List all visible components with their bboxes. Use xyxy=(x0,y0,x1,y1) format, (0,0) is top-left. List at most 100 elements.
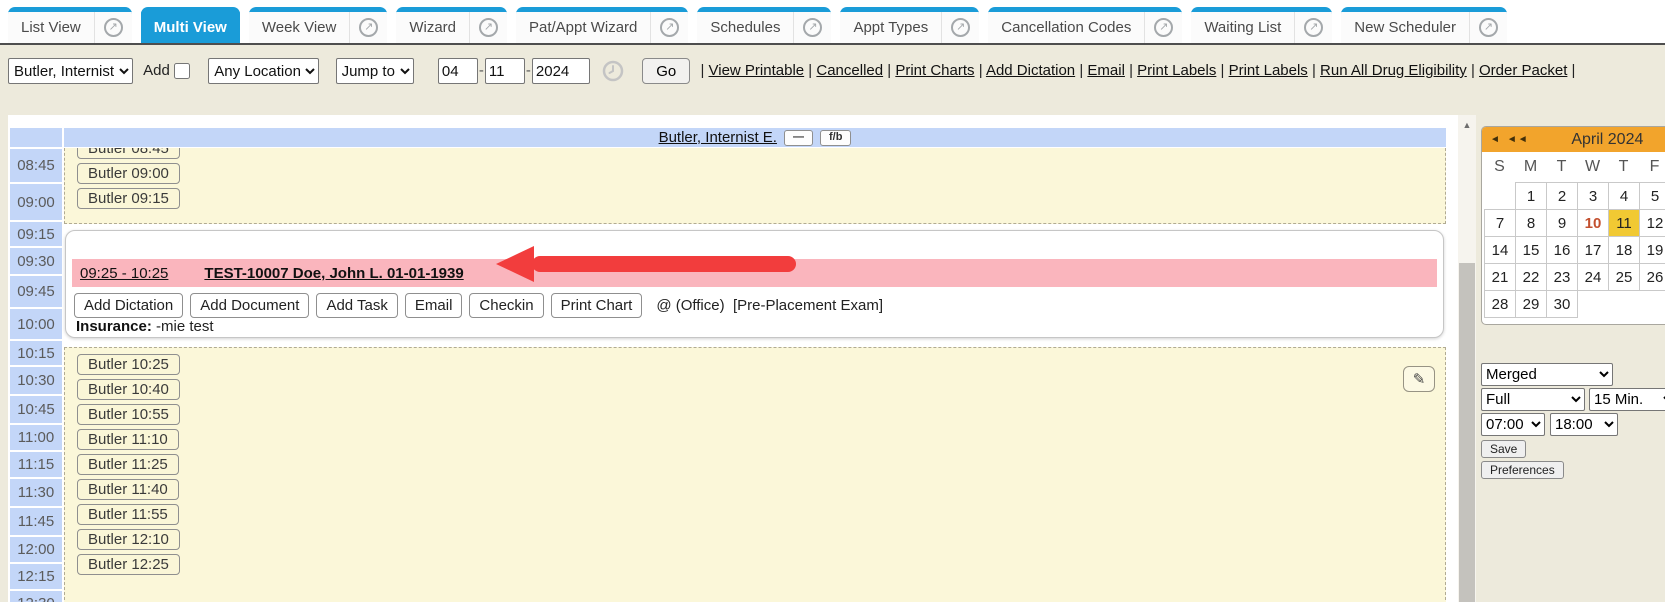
toolbar-link-print-labels[interactable]: Print Labels xyxy=(1137,62,1216,79)
toolbar-link-run-all-drug-eligibility[interactable]: Run All Drug Eligibility xyxy=(1320,62,1467,79)
calendar-date-14[interactable]: 14 xyxy=(1485,237,1516,264)
open-new-window-button[interactable]: ↗ xyxy=(941,12,979,43)
calendar-date-4[interactable]: 4 xyxy=(1609,183,1640,210)
calendar-date-24[interactable]: 24 xyxy=(1578,264,1609,291)
open-new-window-button[interactable]: ↗ xyxy=(650,12,688,43)
go-button[interactable]: Go xyxy=(642,58,690,84)
provider-column-link[interactable]: Butler, Internist E. xyxy=(659,129,777,146)
prev-year-icon[interactable]: ◄◄ xyxy=(1507,134,1529,145)
slot-button-butler-09-15[interactable]: Butler 09:15 xyxy=(77,188,180,209)
view-size-select[interactable]: Full xyxy=(1481,388,1585,411)
date-month-input[interactable] xyxy=(438,58,478,84)
tab-schedules[interactable]: Schedules↗ xyxy=(697,7,831,43)
collapse-column-button[interactable]: — xyxy=(784,130,813,146)
toolbar-link-cancelled[interactable]: Cancelled xyxy=(816,62,883,79)
tab-wizard[interactable]: Wizard↗ xyxy=(396,7,507,43)
open-new-window-button[interactable]: ↗ xyxy=(1144,12,1182,43)
slot-button-butler-09-00[interactable]: Butler 09:00 xyxy=(77,163,180,184)
calendar-date-21[interactable]: 21 xyxy=(1485,264,1516,291)
calendar-date-8[interactable]: 8 xyxy=(1516,210,1547,237)
slot-button-butler-11-10[interactable]: Butler 11:10 xyxy=(77,429,179,450)
end-time-select[interactable]: 18:00 xyxy=(1550,413,1618,436)
calendar-date-19[interactable]: 19 xyxy=(1640,237,1665,264)
add-task-button[interactable]: Add Task xyxy=(316,293,397,318)
prev-month-icon[interactable]: ◄ xyxy=(1490,134,1501,145)
time-label: 09:15 xyxy=(10,222,62,246)
calendar-date-16[interactable]: 16 xyxy=(1547,237,1578,264)
print-chart-button[interactable]: Print Chart xyxy=(551,293,643,318)
open-new-window-button[interactable]: ↗ xyxy=(1294,12,1332,43)
slot-button-butler-12-25[interactable]: Butler 12:25 xyxy=(77,554,180,575)
scroll-up-icon[interactable]: ▲ xyxy=(1458,115,1476,134)
open-new-window-button[interactable]: ↗ xyxy=(793,12,831,43)
add-checkbox[interactable] xyxy=(174,63,190,79)
calendar-date-30[interactable]: 30 xyxy=(1547,291,1578,318)
tab-cancellation-codes[interactable]: Cancellation Codes↗ xyxy=(988,7,1182,43)
email-button[interactable]: Email xyxy=(405,293,463,318)
tab-pat-appt-wizard[interactable]: Pat/Appt Wizard↗ xyxy=(516,7,688,43)
slot-button-butler-11-55[interactable]: Butler 11:55 xyxy=(77,504,179,525)
toolbar-link-print-charts[interactable]: Print Charts xyxy=(895,62,974,79)
fb-toggle-button[interactable]: f/b xyxy=(820,130,851,146)
toolbar-link-order-packet[interactable]: Order Packet xyxy=(1479,62,1567,79)
calendar-date-23[interactable]: 23 xyxy=(1547,264,1578,291)
scrollbar-thumb[interactable] xyxy=(1459,263,1475,602)
calendar-date-1[interactable]: 1 xyxy=(1516,183,1547,210)
toolbar-link-add-dictation[interactable]: Add Dictation xyxy=(986,62,1075,79)
start-time-select[interactable]: 07:00 xyxy=(1481,413,1545,436)
calendar-date-7[interactable]: 7 xyxy=(1485,210,1516,237)
calendar-date-5[interactable]: 5 xyxy=(1640,183,1665,210)
slot-button-butler-12-10[interactable]: Butler 12:10 xyxy=(77,529,180,550)
add-dictation-button[interactable]: Add Dictation xyxy=(74,293,183,318)
appointment-time-link[interactable]: 09:25 - 10:25 xyxy=(80,265,168,282)
jump-to-select[interactable]: Jump to xyxy=(336,58,414,84)
slot-button-butler-11-40[interactable]: Butler 11:40 xyxy=(77,479,179,500)
date-year-input[interactable] xyxy=(532,58,590,84)
tab-list-view[interactable]: List View↗ xyxy=(8,7,132,43)
open-new-window-button[interactable]: ↗ xyxy=(469,12,507,43)
slot-button-butler-08-45[interactable]: Butler 08:45 xyxy=(77,148,180,159)
tab-week-view[interactable]: Week View↗ xyxy=(249,7,387,43)
calendar-date-18[interactable]: 18 xyxy=(1609,237,1640,264)
calendar-date-22[interactable]: 22 xyxy=(1516,264,1547,291)
slot-button-butler-10-25[interactable]: Butler 10:25 xyxy=(77,354,180,375)
calendar-date-29[interactable]: 29 xyxy=(1516,291,1547,318)
toolbar-link-email[interactable]: Email xyxy=(1087,62,1125,79)
toolbar-link-print-labels[interactable]: Print Labels xyxy=(1229,62,1308,79)
calendar-date-25[interactable]: 25 xyxy=(1609,264,1640,291)
calendar-date-11[interactable]: 11 xyxy=(1609,210,1640,237)
calendar-date-26[interactable]: 26 xyxy=(1640,264,1665,291)
date-day-input[interactable] xyxy=(485,58,525,84)
interval-select[interactable]: 15 Min. xyxy=(1589,388,1665,411)
open-new-window-button[interactable]: ↗ xyxy=(1469,12,1507,43)
calendar-date-10[interactable]: 10 xyxy=(1578,210,1609,237)
link-separator: | xyxy=(700,62,708,79)
preferences-button[interactable]: Preferences xyxy=(1481,461,1564,479)
merge-mode-select[interactable]: Merged xyxy=(1481,363,1613,386)
calendar-date-17[interactable]: 17 xyxy=(1578,237,1609,264)
slot-button-butler-10-55[interactable]: Butler 10:55 xyxy=(77,404,180,425)
slot-button-butler-10-40[interactable]: Butler 10:40 xyxy=(77,379,180,400)
calendar-date-12[interactable]: 12 xyxy=(1640,210,1665,237)
calendar-date-9[interactable]: 9 xyxy=(1547,210,1578,237)
patient-link[interactable]: TEST-10007 Doe, John L. 01-01-1939 xyxy=(204,265,463,282)
edit-schedule-icon[interactable]: ✎ xyxy=(1403,366,1435,392)
tab-new-scheduler[interactable]: New Scheduler↗ xyxy=(1341,7,1507,43)
calendar-date-3[interactable]: 3 xyxy=(1578,183,1609,210)
toolbar-link-view-printable[interactable]: View Printable xyxy=(709,62,805,79)
location-select[interactable]: Any Location xyxy=(208,58,319,84)
calendar-date-2[interactable]: 2 xyxy=(1547,183,1578,210)
tab-waiting-list[interactable]: Waiting List↗ xyxy=(1191,7,1332,43)
save-button[interactable]: Save xyxy=(1481,440,1526,458)
tab-appt-types[interactable]: Appt Types↗ xyxy=(840,7,979,43)
provider-select[interactable]: Butler, Internist xyxy=(8,58,133,84)
open-new-window-button[interactable]: ↗ xyxy=(349,12,387,43)
add-document-button[interactable]: Add Document xyxy=(190,293,309,318)
checkin-button[interactable]: Checkin xyxy=(469,293,543,318)
tab-multi-view[interactable]: Multi View xyxy=(141,7,240,43)
calendar-date-15[interactable]: 15 xyxy=(1516,237,1547,264)
clock-icon[interactable] xyxy=(602,60,624,82)
slot-button-butler-11-25[interactable]: Butler 11:25 xyxy=(77,454,179,475)
calendar-date-28[interactable]: 28 xyxy=(1485,291,1516,318)
open-new-window-button[interactable]: ↗ xyxy=(94,12,132,43)
